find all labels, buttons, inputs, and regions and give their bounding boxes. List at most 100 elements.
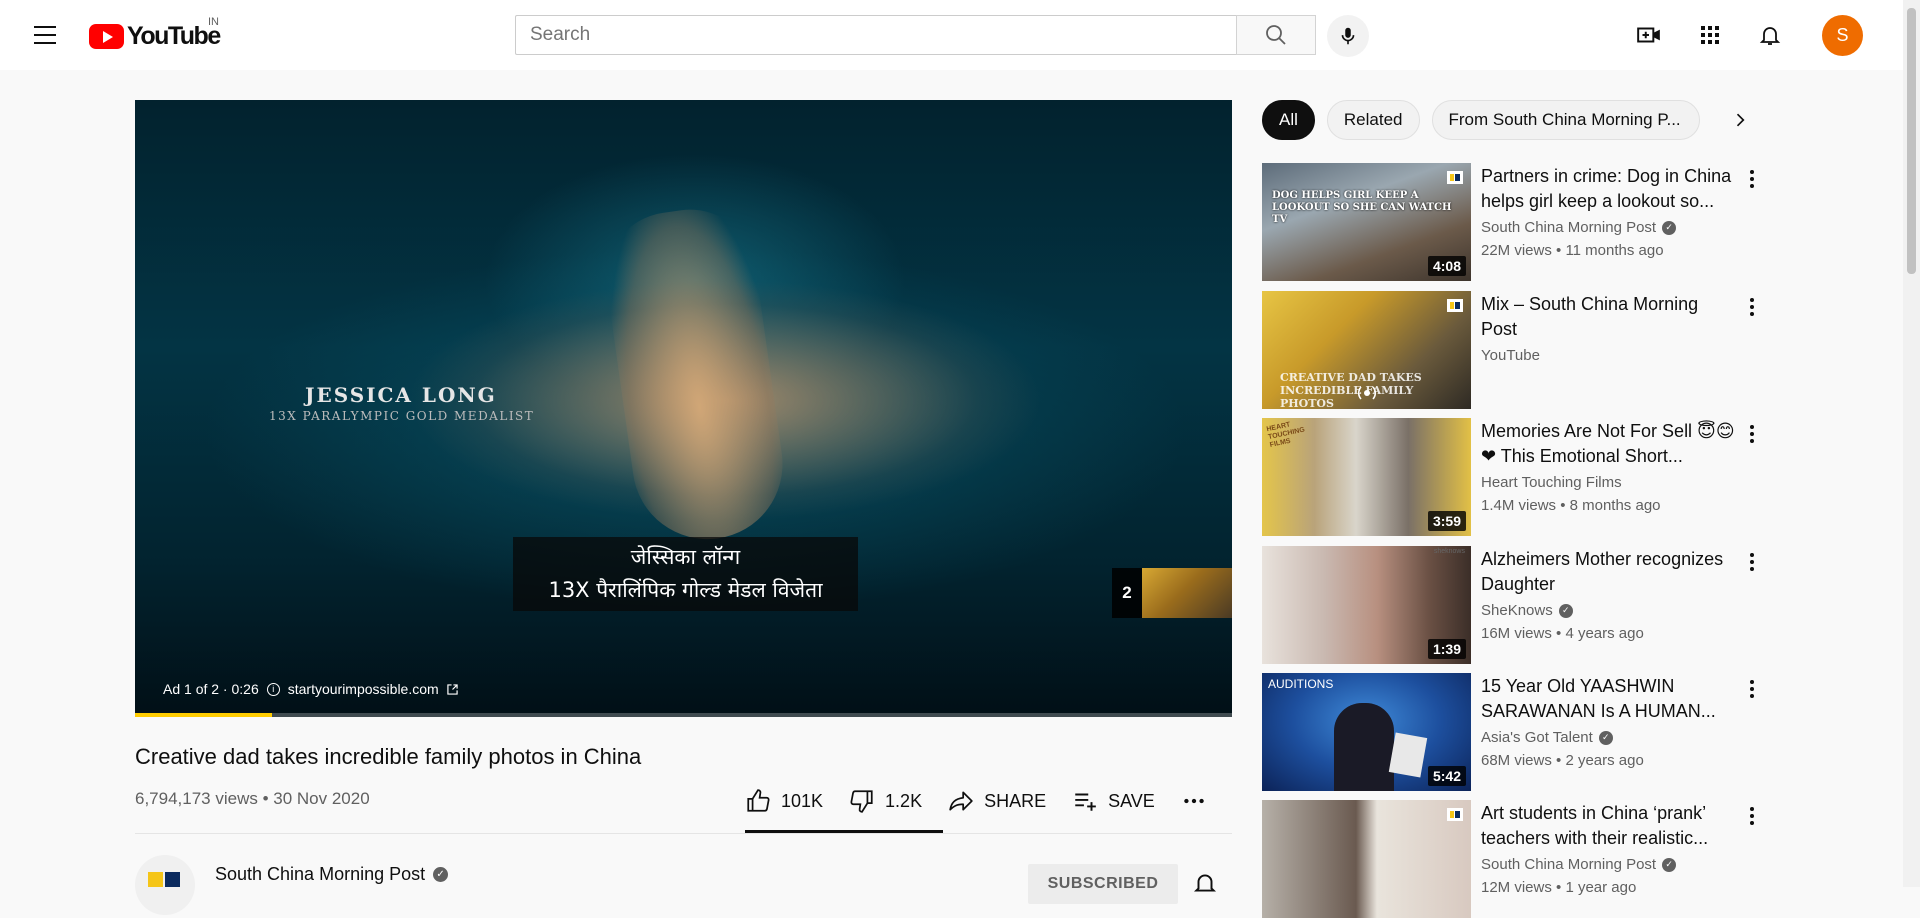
chip-related[interactable]: Related [1326,100,1420,140]
chips-next-button[interactable] [1720,100,1760,140]
thumbnail-text: HEART TOUCHING FILMS [1265,421,1306,449]
overlay-name-text: JESSICA LONG [305,383,497,407]
verified-icon: ✓ [1558,603,1573,618]
more-vertical-icon[interactable] [1743,422,1761,446]
video-title: Creative dad takes incredible family pho… [135,744,642,769]
menu-icon[interactable] [28,20,62,50]
recommended-video[interactable]: Art students in China ‘prank’ teachers w… [1262,800,1762,918]
video-thumbnail[interactable]: CREATIVE DAD TAKES INCREDIBLE FAMILY PHO… [1262,291,1471,409]
video-meta: 16M views • 4 years ago [1481,625,1644,642]
more-vertical-icon[interactable] [1743,295,1761,319]
share-button[interactable]: SHARE [948,788,1046,814]
notifications-button[interactable] [1755,20,1785,50]
channel-name-text: Asia's Got Talent [1481,729,1593,746]
masthead: YouTube IN S [0,0,1903,70]
channel-name-text: Heart Touching Films [1481,474,1622,491]
search-icon [1266,25,1286,45]
video-meta: 1.4M views • 8 months ago [1481,497,1661,514]
logo-text: YouTube [127,22,221,50]
more-actions-button[interactable] [1181,788,1207,814]
video-channel[interactable]: Heart Touching Films [1481,474,1622,491]
video-thumbnail[interactable]: AUDITIONS 5:42 [1262,673,1471,791]
subscribed-button[interactable]: SUBSCRIBED [1028,864,1178,904]
video-title[interactable]: Alzheimers Mother recognizes Daughter [1481,547,1739,597]
more-horizontal-icon [1184,798,1204,804]
youtube-logo[interactable]: YouTube [89,22,221,51]
search-input[interactable] [515,15,1236,55]
scrollbar-thumb[interactable] [1907,8,1916,274]
channel-avatar[interactable] [135,855,195,915]
share-label: SHARE [984,790,1047,811]
channel-notifications-button[interactable] [1192,870,1220,898]
info-icon[interactable]: i [266,682,280,696]
verified-icon: ✓ [1662,220,1677,235]
recommended-video[interactable]: DOG HELPS GIRL KEEP A LOOKOUT SO SHE CAN… [1262,163,1762,281]
video-channel[interactable]: SheKnows ✓ [1481,602,1573,619]
recommended-video[interactable]: sheknows 1:39 Alzheimers Mother recogniz… [1262,546,1762,664]
thumbnail-calculator [1388,732,1428,778]
dislike-button[interactable]: 1.2K [849,788,922,814]
more-vertical-icon[interactable] [1743,677,1761,701]
create-video-icon [1637,27,1660,43]
channel-name-text: South China Morning Post [1481,856,1657,873]
create-video-button[interactable] [1634,20,1664,50]
verified-icon: ✓ [433,867,449,882]
youtube-play-icon [89,24,124,49]
video-thumbnail[interactable] [1262,800,1471,918]
video-meta: 12M views • 1 year ago [1481,879,1637,896]
video-duration: 3:59 [1427,511,1466,531]
more-vertical-icon[interactable] [1743,550,1761,574]
external-link-icon[interactable] [446,683,458,695]
like-button[interactable]: 101K [745,788,823,814]
video-channel[interactable]: Asia's Got Talent ✓ [1481,729,1613,746]
channel-name-text: YouTube [1481,347,1540,364]
thumbs-down-icon [850,790,873,813]
video-title[interactable]: 15 Year Old YAASHWIN SARAWANAN Is A HUMA… [1481,674,1739,724]
ad-label: Ad 1 of 2 · 0:26 [163,681,259,697]
up-next-count[interactable]: 2 [1112,568,1142,618]
up-next-thumbnail[interactable] [1142,568,1232,618]
video-thumbnail[interactable]: sheknows 1:39 [1262,546,1471,664]
channel-name-text: South China Morning Post [1481,219,1657,236]
video-title[interactable]: Art students in China ‘prank’ teachers w… [1481,801,1739,851]
more-vertical-icon[interactable] [1743,167,1761,191]
filter-chips: All Related From South China Morning P..… [1262,100,1700,140]
recommended-video[interactable]: AUDITIONS 5:42 15 Year Old YAASHWIN SARA… [1262,673,1762,791]
recommended-mix[interactable]: CREATIVE DAD TAKES INCREDIBLE FAMILY PHO… [1262,291,1762,409]
video-meta: 22M views • 11 months ago [1481,242,1664,259]
ad-progress-fill [135,713,273,717]
apps-button[interactable] [1695,20,1725,50]
recommended-video[interactable]: HEART TOUCHING FILMS 3:59 Memories Are N… [1262,418,1762,536]
video-title[interactable]: Partners in crime: Dog in China helps gi… [1481,164,1739,214]
video-player[interactable]: JESSICA LONG 13X PARALYMPIC GOLD MEDALIS… [135,100,1232,717]
ad-progress-bar[interactable] [135,713,1232,717]
channel-name-text: SheKnows [1481,602,1553,619]
video-meta: 68M views • 2 years ago [1481,752,1644,769]
caption-line: जेस्सिका लॉन्ग [630,545,741,569]
video-channel[interactable]: YouTube [1481,347,1540,364]
video-thumbnail[interactable]: DOG HELPS GIRL KEEP A LOOKOUT SO SHE CAN… [1262,163,1471,281]
voice-search-button[interactable] [1327,15,1369,57]
save-button[interactable]: SAVE [1072,788,1155,814]
save-label: SAVE [1108,790,1155,811]
video-title[interactable]: Memories Are Not For Sell 😇😊❤ This Emoti… [1481,419,1739,469]
share-icon [949,791,973,811]
video-duration: 4:08 [1427,256,1466,276]
video-channel[interactable]: South China Morning Post ✓ [1481,856,1677,873]
channel-name-text: South China Morning Post [215,864,426,884]
ad-link[interactable]: startyourimpossible.com [288,681,439,697]
search-button[interactable] [1236,15,1316,55]
account-avatar[interactable]: S [1822,15,1863,56]
video-thumbnail[interactable]: HEART TOUCHING FILMS 3:59 [1262,418,1471,536]
playlist-add-icon [1075,793,1096,811]
page-scrollbar[interactable] [1903,0,1920,887]
chip-all[interactable]: All [1262,100,1315,140]
channel-badge-icon [1447,808,1463,821]
search-box [515,15,1316,55]
chip-from-channel[interactable]: From South China Morning P... [1431,100,1700,140]
video-channel[interactable]: South China Morning Post ✓ [1481,219,1677,236]
video-title[interactable]: Mix – South China Morning Post [1481,292,1739,342]
more-vertical-icon[interactable] [1743,804,1761,828]
channel-name[interactable]: South China Morning Post ✓ [215,864,449,885]
dislike-count: 1.2K [885,790,923,811]
